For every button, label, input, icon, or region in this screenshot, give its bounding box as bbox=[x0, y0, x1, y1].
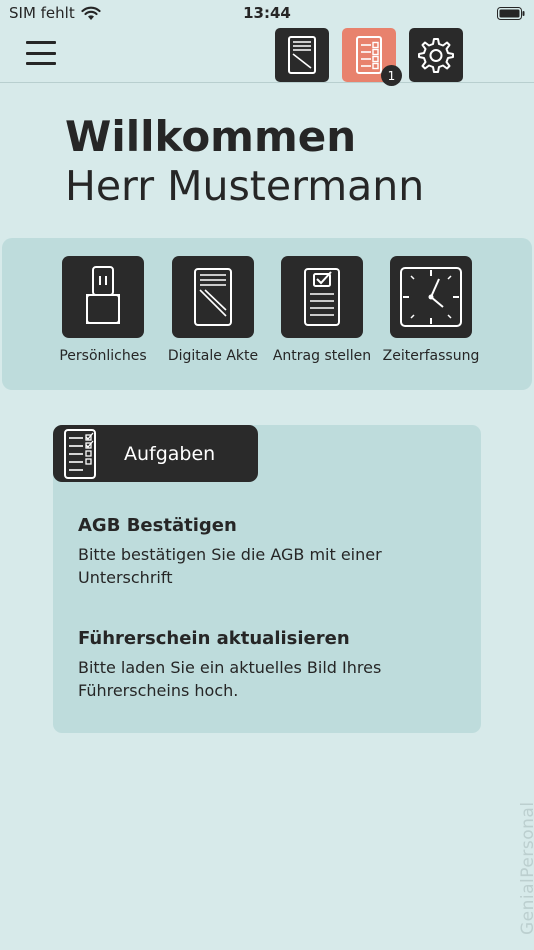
tile-zeiterfassung[interactable]: Zeiterfassung bbox=[380, 256, 482, 364]
task-title: Führerschein aktualisieren bbox=[78, 628, 350, 649]
clock-icon bbox=[390, 256, 472, 338]
tile-label: Antrag stellen bbox=[272, 348, 372, 364]
task-checklist-icon bbox=[63, 427, 99, 481]
tasks-button[interactable]: 1 bbox=[342, 28, 402, 86]
quick-actions-panel: Persönliches Digitale Akte Antrag stelle… bbox=[2, 238, 532, 390]
tile-label: Zeiterfassung bbox=[382, 348, 480, 364]
settings-button[interactable] bbox=[409, 28, 463, 82]
welcome-title: Willkommen bbox=[65, 112, 357, 161]
battery-icon bbox=[497, 7, 525, 20]
welcome-section: Willkommen Herr Mustermann bbox=[65, 112, 424, 210]
tile-antrag-stellen[interactable]: Antrag stellen bbox=[271, 256, 373, 364]
tile-digitale-akte[interactable]: Digitale Akte bbox=[162, 256, 264, 364]
documents-button[interactable] bbox=[275, 28, 329, 82]
tile-label: Persönliches bbox=[59, 348, 147, 364]
task-description: Bitte bestätigen Sie die AGB mit einer U… bbox=[78, 545, 382, 587]
notification-badge: 1 bbox=[381, 65, 402, 86]
task-description: Bitte laden Sie ein aktuelles Bild Ihres… bbox=[78, 658, 382, 700]
task-checklist-icon bbox=[356, 36, 382, 74]
top-navigation-bar: 1 bbox=[0, 28, 534, 86]
document-file-icon bbox=[172, 256, 254, 338]
hamburger-menu-icon[interactable] bbox=[26, 41, 56, 65]
tasks-header[interactable]: Aufgaben bbox=[53, 425, 258, 482]
tile-persoenliches[interactable]: Persönliches bbox=[52, 256, 154, 364]
id-badge-icon bbox=[62, 256, 144, 338]
task-item[interactable]: AGB Bestätigen Bitte bestätigen Sie die … bbox=[78, 514, 458, 589]
status-bar: SIM fehlt 13:44 bbox=[0, 0, 534, 28]
gear-icon bbox=[418, 38, 454, 73]
tasks-title: Aufgaben bbox=[124, 442, 216, 465]
document-file-icon bbox=[288, 36, 316, 74]
brand-watermark: GenialPersonal bbox=[518, 801, 534, 935]
task-title: AGB Bestätigen bbox=[78, 515, 237, 536]
form-check-icon bbox=[281, 256, 363, 338]
clock-time: 13:44 bbox=[243, 4, 291, 22]
task-item[interactable]: Führerschein aktualisieren Bitte laden S… bbox=[78, 627, 458, 702]
tasks-card: Aufgaben AGB Bestätigen Bitte bestätigen… bbox=[53, 425, 481, 733]
tile-label: Digitale Akte bbox=[167, 348, 259, 364]
user-name: Herr Mustermann bbox=[65, 162, 425, 210]
